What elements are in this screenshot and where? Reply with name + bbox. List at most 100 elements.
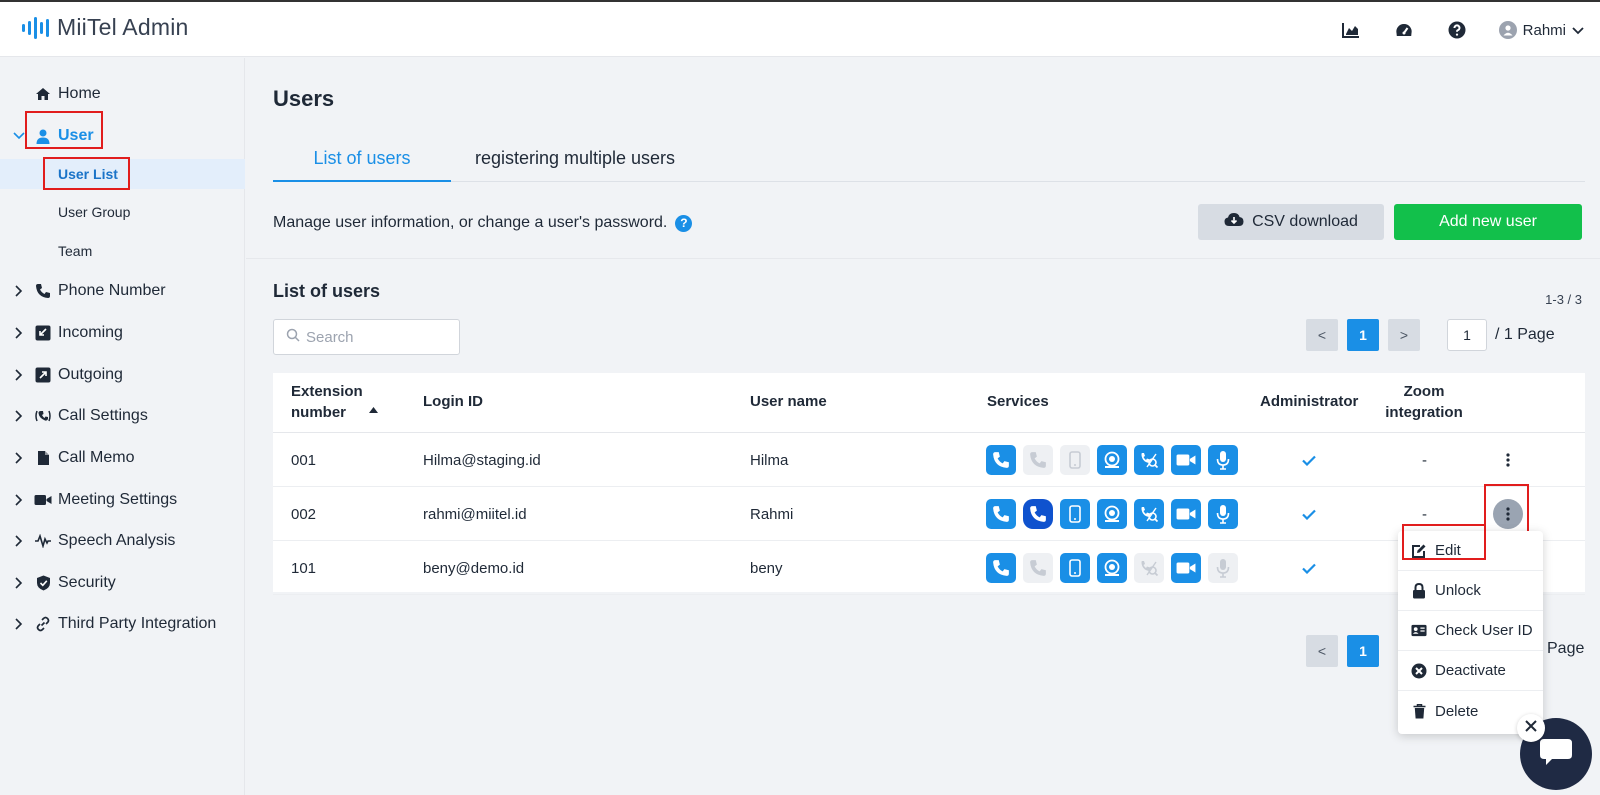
prev-page-button[interactable]: < bbox=[1306, 635, 1338, 667]
next-page-button[interactable]: > bbox=[1388, 319, 1420, 351]
help-question-icon[interactable]: ? bbox=[675, 214, 693, 232]
login-id-cell: Hilma@staging.id bbox=[423, 451, 541, 469]
mobile-phone-icon[interactable] bbox=[1060, 499, 1090, 529]
sidebar-item-speech-analysis[interactable]: Speech Analysis bbox=[0, 524, 245, 558]
microphone-icon[interactable] bbox=[1208, 445, 1238, 475]
chevron-right-icon bbox=[13, 577, 25, 589]
pagination-top: < 1 > 1 / 1 Page bbox=[1306, 319, 1555, 351]
chevron-right-icon bbox=[13, 535, 25, 547]
login-id-cell: rahmi@miitel.id bbox=[423, 505, 527, 523]
sidebar: Home User User List User Group Team Phon… bbox=[0, 58, 245, 795]
chat-close-button[interactable] bbox=[1517, 714, 1545, 742]
menu-item-unlock[interactable]: Unlock bbox=[1398, 571, 1543, 611]
call-handset-icon[interactable] bbox=[1023, 445, 1053, 475]
lock-icon bbox=[1411, 582, 1427, 599]
sidebar-item-meeting-settings[interactable]: Meeting Settings bbox=[0, 483, 245, 517]
user-account-menu[interactable]: Rahmi bbox=[1498, 21, 1584, 39]
id-card-icon bbox=[1411, 623, 1427, 639]
support-agent-icon[interactable] bbox=[1097, 499, 1127, 529]
sidebar-item-third-party-integration[interactable]: Third Party Integration bbox=[0, 607, 245, 641]
call-handset-icon[interactable] bbox=[1023, 553, 1053, 583]
menu-item-label: Deactivate bbox=[1435, 662, 1506, 679]
avatar-icon bbox=[1498, 21, 1517, 39]
user-name-cell: beny bbox=[750, 559, 783, 577]
chevron-right-icon bbox=[13, 285, 25, 297]
tab-list-of-users[interactable]: List of users bbox=[273, 148, 451, 182]
call-search-icon[interactable] bbox=[1134, 553, 1164, 583]
chevron-down-icon bbox=[1572, 22, 1584, 39]
sidebar-item-incoming[interactable]: Incoming bbox=[0, 316, 245, 350]
phone-icon bbox=[34, 282, 52, 300]
video-camera-icon[interactable] bbox=[1171, 445, 1201, 475]
call-search-icon[interactable] bbox=[1134, 499, 1164, 529]
tab-bar: List of users registering multiple users bbox=[273, 148, 1585, 182]
outgoing-call-icon bbox=[34, 366, 52, 384]
call-search-icon[interactable] bbox=[1134, 445, 1164, 475]
search-input[interactable] bbox=[306, 328, 446, 346]
mobile-phone-icon[interactable] bbox=[1060, 445, 1090, 475]
sidebar-item-home[interactable]: Home bbox=[0, 77, 245, 111]
add-new-user-button[interactable]: Add new user bbox=[1394, 204, 1582, 240]
sidebar-item-label: Meeting Settings bbox=[58, 491, 178, 508]
microphone-icon[interactable] bbox=[1208, 553, 1238, 583]
video-camera-icon[interactable] bbox=[1171, 499, 1201, 529]
table-row: 002 rahmi@miitel.id Rahmi - bbox=[273, 484, 1585, 541]
help-question-icon[interactable] bbox=[1443, 16, 1471, 44]
chevron-right-icon bbox=[13, 494, 25, 506]
column-header-extension[interactable]: Extension number bbox=[291, 373, 401, 432]
call-waves-icon bbox=[34, 407, 52, 425]
csv-download-button[interactable]: CSV download bbox=[1198, 204, 1384, 240]
analytics-chart-icon[interactable] bbox=[1337, 16, 1365, 44]
sidebar-subitem-user-group[interactable]: User Group bbox=[0, 197, 245, 227]
sidebar-item-security[interactable]: Security bbox=[0, 566, 245, 600]
prev-page-button[interactable]: < bbox=[1306, 319, 1338, 351]
mobile-phone-icon[interactable] bbox=[1060, 553, 1090, 583]
chevron-right-icon bbox=[13, 618, 25, 630]
header-text: number bbox=[291, 403, 347, 421]
sidebar-item-call-memo[interactable]: Call Memo bbox=[0, 441, 245, 475]
page-1-button[interactable]: 1 bbox=[1347, 635, 1379, 667]
sidebar-subitem-team[interactable]: Team bbox=[0, 236, 245, 266]
logo-bars-icon bbox=[22, 15, 49, 41]
page-total: / 1 Page bbox=[1495, 326, 1555, 343]
phone-icon[interactable] bbox=[986, 445, 1016, 475]
tab-registering-multiple-users[interactable]: registering multiple users bbox=[465, 148, 685, 182]
row-actions-kebab-icon[interactable] bbox=[1493, 445, 1523, 475]
services-cell bbox=[986, 541, 1245, 595]
column-header-services: Services bbox=[987, 393, 1049, 411]
page-number-input[interactable]: 1 bbox=[1447, 319, 1487, 351]
sidebar-item-label: Home bbox=[58, 85, 101, 102]
column-header-user-name: User name bbox=[750, 393, 827, 411]
search-field[interactable] bbox=[273, 319, 460, 355]
top-bar: MiiTel Admin Rahmi bbox=[0, 0, 1600, 57]
call-handset-icon[interactable] bbox=[1023, 499, 1053, 529]
brand-logo[interactable]: MiiTel Admin bbox=[22, 14, 189, 41]
zoom-integration-cell: - bbox=[1422, 451, 1427, 469]
incoming-call-icon bbox=[34, 324, 52, 342]
support-agent-icon[interactable] bbox=[1097, 553, 1127, 583]
phone-icon[interactable] bbox=[986, 553, 1016, 583]
menu-item-deactivate[interactable]: Deactivate bbox=[1398, 651, 1543, 691]
dashboard-gauge-icon[interactable] bbox=[1390, 16, 1418, 44]
video-camera-icon[interactable] bbox=[1171, 553, 1201, 583]
document-icon bbox=[34, 449, 52, 467]
phone-icon[interactable] bbox=[986, 499, 1016, 529]
link-icon bbox=[34, 615, 52, 633]
highlight-box-user-list bbox=[43, 157, 130, 190]
cloud-download-icon bbox=[1224, 212, 1244, 232]
support-agent-icon[interactable] bbox=[1097, 445, 1127, 475]
table-row: 101 beny@demo.id beny bbox=[273, 541, 1585, 595]
page-1-button[interactable]: 1 bbox=[1347, 319, 1379, 351]
menu-item-check-user-id[interactable]: Check User ID bbox=[1398, 611, 1543, 651]
user-name-cell: Hilma bbox=[750, 451, 789, 469]
sidebar-item-phone-number[interactable]: Phone Number bbox=[0, 274, 245, 308]
microphone-icon[interactable] bbox=[1208, 499, 1238, 529]
section-divider bbox=[246, 258, 1600, 259]
sidebar-item-label: Speech Analysis bbox=[58, 532, 176, 549]
sidebar-item-call-settings[interactable]: Call Settings bbox=[0, 399, 245, 433]
sidebar-item-outgoing[interactable]: Outgoing bbox=[0, 358, 245, 392]
header-text: Extension bbox=[291, 383, 363, 401]
column-header-zoom-integration: Zoom integration bbox=[1380, 373, 1468, 432]
highlight-box-edit bbox=[1402, 524, 1486, 560]
page-title: Users bbox=[273, 86, 335, 111]
